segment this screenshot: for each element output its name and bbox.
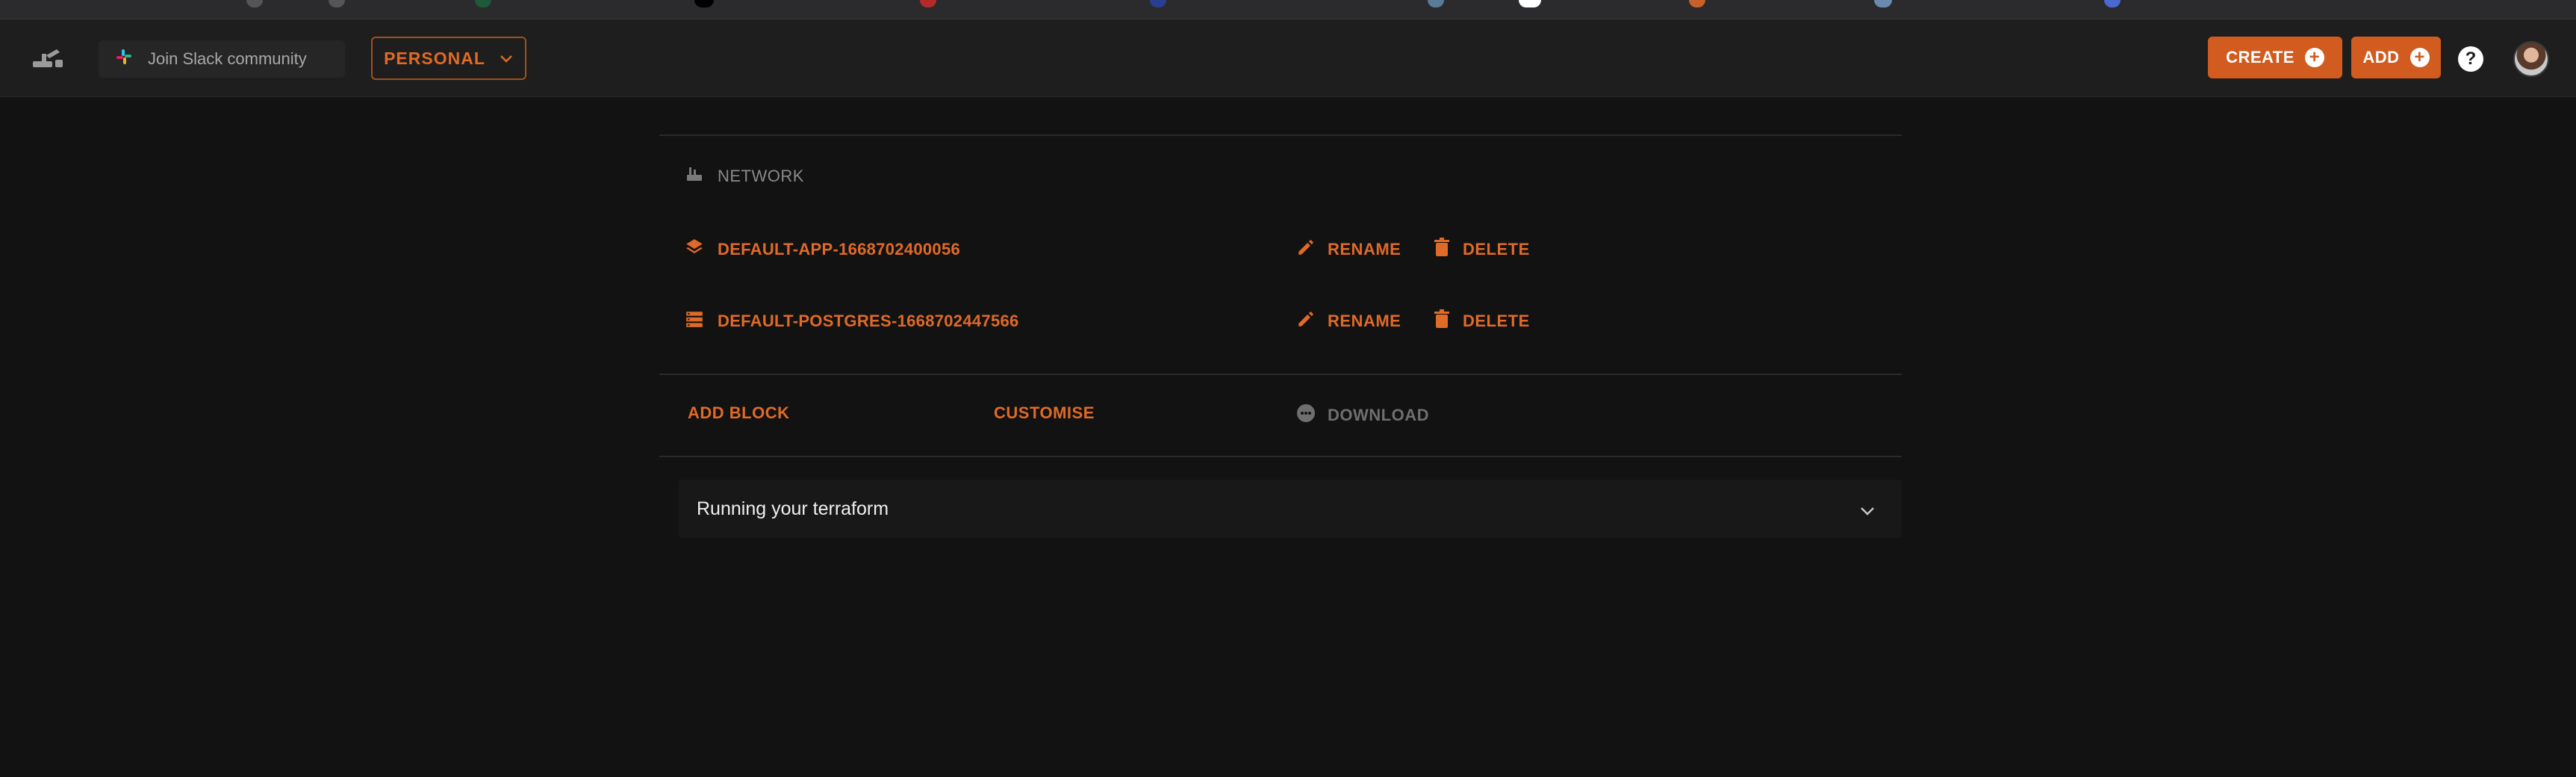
add-label: ADD [2362,48,2400,66]
pencil-icon [1296,238,1316,261]
bookmark-icon[interactable] [1874,0,1892,7]
block-name: DEFAULT-APP-1668702400056 [718,240,961,259]
add-button[interactable]: ADD + [2351,37,2441,78]
block-link-postgres[interactable]: DEFAULT-POSTGRES-1668702447566 [685,309,1019,333]
workspace-select-button[interactable]: PERSONAL [371,37,526,80]
join-slack-button[interactable]: Join Slack community [99,40,345,78]
customise-button[interactable]: CUSTOMISE [994,403,1095,423]
trash-icon [1433,309,1451,333]
network-section-header: NETWORK [659,163,804,190]
browser-bookmarks-bar [0,0,2576,19]
rename-label: RENAME [1328,312,1401,330]
download-button[interactable]: DOWNLOAD [1296,403,1429,427]
rename-label: RENAME [1328,240,1401,259]
divider [659,134,1902,136]
bookmark-icon[interactable] [1428,0,1444,7]
bookmark-icon[interactable] [475,0,491,7]
divider [659,374,1902,375]
block-name: DEFAULT-POSTGRES-1668702447566 [718,312,1019,330]
terraform-accordion[interactable]: Running your terraform [679,480,1902,538]
join-slack-label: Join Slack community [148,49,307,68]
network-label: NETWORK [718,167,804,185]
bookmark-icon[interactable] [1519,0,1541,7]
list-item: DEFAULT-APP-1668702400056 RENAME DELETE [659,235,1902,264]
database-list-icon [685,309,704,333]
app-logo-icon[interactable] [30,45,66,73]
block-link-app[interactable]: DEFAULT-APP-1668702400056 [685,238,960,261]
add-block-label: ADD BLOCK [688,403,790,422]
rename-button[interactable]: RENAME [1296,238,1401,261]
plus-circle-icon: + [2409,48,2430,67]
chevron-down-icon [1858,501,1876,522]
bookmark-icon[interactable] [920,0,936,7]
avatar[interactable] [2513,41,2549,77]
bookmark-icon[interactable] [1689,0,1705,7]
accordion-title: Running your terraform [697,498,889,519]
delete-button[interactable]: DELETE [1433,238,1530,261]
slack-icon [115,48,133,70]
layers-icon [685,238,704,261]
divider [659,456,1902,457]
bookmark-icon[interactable] [329,0,345,7]
list-item: DEFAULT-POSTGRES-1668702447566 RENAME DE… [659,306,1902,336]
network-icon [685,164,704,188]
create-button[interactable]: CREATE + [2208,37,2342,78]
workspace-label: PERSONAL [384,48,485,68]
pencil-icon [1296,309,1316,333]
bookmark-icon[interactable] [694,0,714,7]
bookmark-icon[interactable] [246,0,263,7]
create-label: CREATE [2226,48,2295,66]
rename-button[interactable]: RENAME [1296,309,1401,333]
help-icon[interactable]: ? [2458,46,2483,72]
top-app-bar: Join Slack community PERSONAL CREATE + A… [0,19,2576,97]
plus-circle-icon: + [2304,48,2324,67]
delete-label: DELETE [1463,240,1530,259]
add-block-button[interactable]: ADD BLOCK [688,403,790,423]
bookmark-icon[interactable] [2104,0,2121,7]
download-label: DOWNLOAD [1328,406,1429,424]
delete-button[interactable]: DELETE [1433,309,1530,333]
customise-label: CUSTOMISE [994,403,1095,422]
delete-label: DELETE [1463,312,1530,330]
bookmark-icon[interactable] [1150,0,1166,7]
trash-icon [1433,238,1451,261]
chevron-down-icon [499,49,514,69]
more-dots-icon [1296,403,1316,427]
